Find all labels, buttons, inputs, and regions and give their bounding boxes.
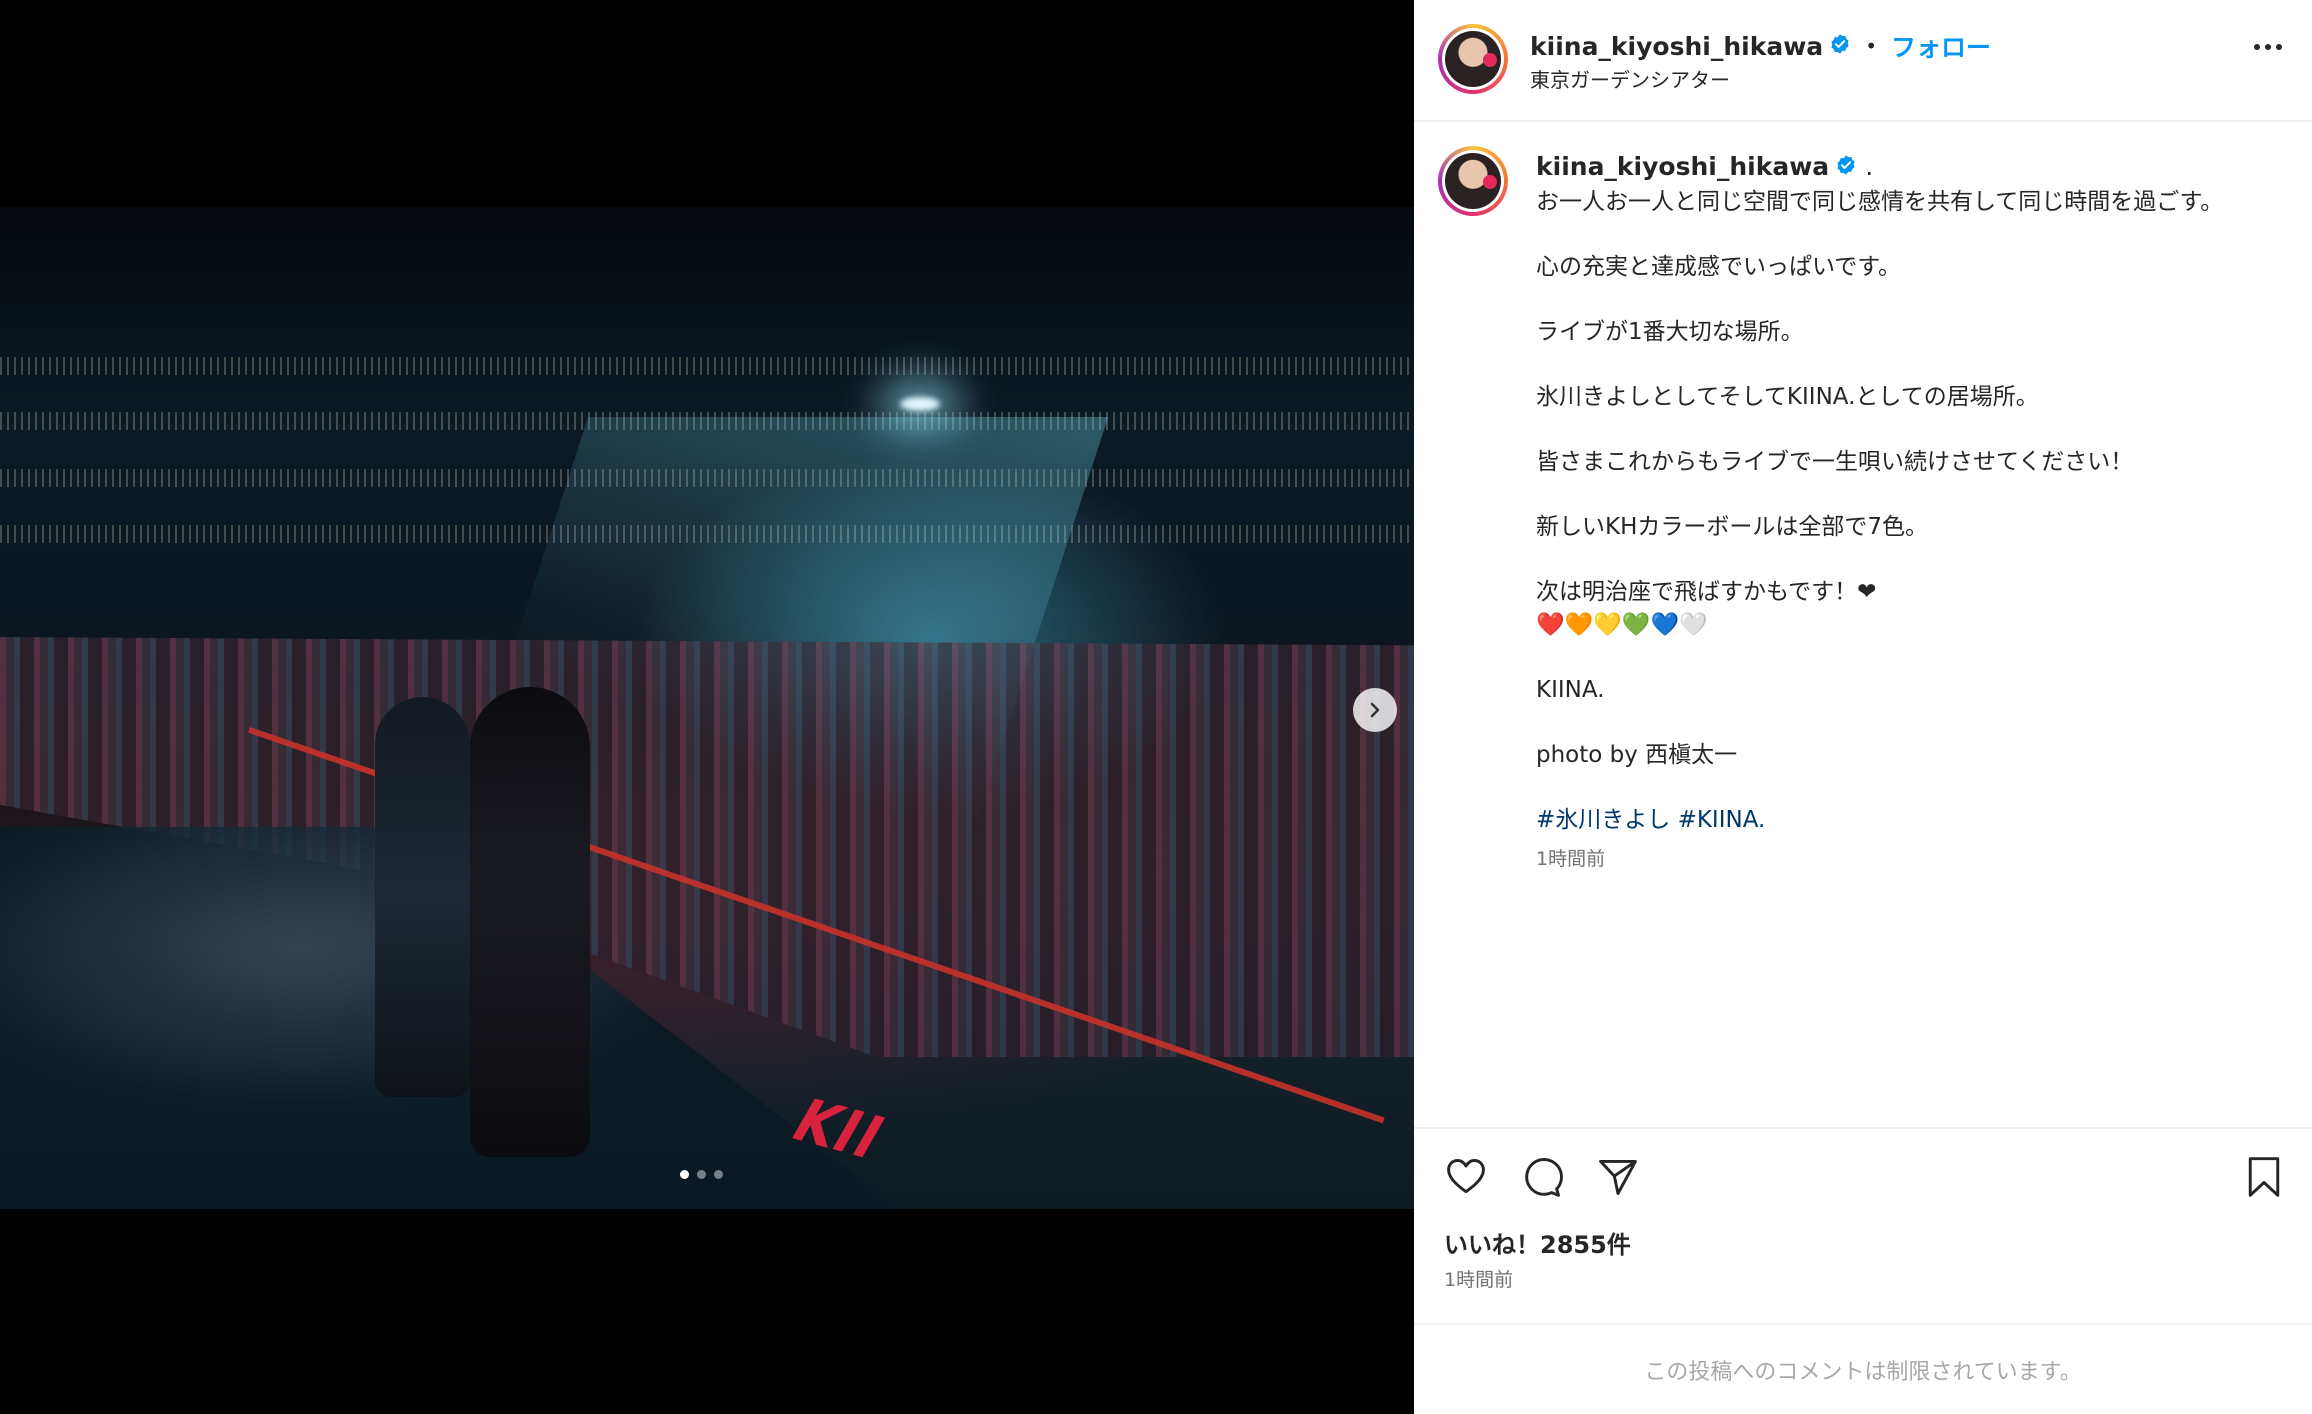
bookmark-icon[interactable] (2240, 1153, 2288, 1201)
comment-bubble-icon[interactable] (1518, 1153, 1566, 1201)
separator-dot: • (1865, 34, 1877, 58)
caption-username-link[interactable]: kiina_kiyoshi_hikawa (1536, 152, 1829, 181)
more-options-icon[interactable] (2254, 44, 2282, 50)
verified-badge-icon (1835, 154, 1857, 180)
caption-lead: . (1865, 152, 1874, 181)
share-paper-plane-icon[interactable] (1594, 1153, 1642, 1201)
caption-timestamp: 1時間前 (1536, 848, 1606, 870)
caption-emoji-line: ❤️🧡💛💚💙🤍 (1536, 611, 1708, 638)
comments-restricted-notice: この投稿へのコメントは制限されています。 (1414, 1323, 2312, 1414)
likes-count[interactable]: いいね！2855件 (1444, 1225, 1631, 1260)
post-side-panel: kiina_kiyoshi_hikawa • フォロー 東京ガーデンシアター k… (1414, 0, 2312, 1414)
caption-line: 皆さまこれからもライブで一生唄い続けさせてください！ (1536, 449, 2134, 475)
caption-line: ライブが1番大切な場所。 (1536, 319, 1804, 345)
caption-line: 心の充実と達成感でいっぱいです。 (1536, 254, 1902, 280)
post-media: KII (0, 0, 1414, 1414)
caption-line: 次は明治座で飛ばすかもです！❤ (1536, 579, 1877, 605)
like-heart-icon[interactable] (1442, 1153, 1490, 1201)
concert-photo[interactable]: KII (0, 207, 1414, 1209)
balcony-lights (0, 357, 1414, 375)
caption-line: photo by 西槇太一 (1536, 741, 1738, 768)
action-bar: いいね！2855件 1時間前 (1414, 1127, 2312, 1323)
carousel-dot (680, 1170, 689, 1179)
caption-line: KIINA. (1536, 676, 1605, 703)
performer-figure (470, 687, 590, 1157)
carousel-dot (697, 1170, 706, 1179)
header-user: kiina_kiyoshi_hikawa • フォロー (1530, 28, 1991, 64)
caption-line: お一人お一人と同じ空間で同じ感情を共有して同じ時間を過ごす。 (1536, 189, 2224, 215)
follow-button[interactable]: フォロー (1891, 28, 1991, 64)
username-link[interactable]: kiina_kiyoshi_hikawa (1530, 32, 1823, 61)
post-timestamp: 1時間前 (1444, 1269, 1514, 1291)
post-header: kiina_kiyoshi_hikawa • フォロー 東京ガーデンシアター (1414, 0, 2312, 122)
avatar-image (1445, 153, 1501, 209)
carousel-dot (714, 1170, 723, 1179)
caption-text: お一人お一人と同じ空間で同じ感情を共有して同じ時間を過ごす。 心の充実と達成感で… (1536, 186, 2276, 869)
hashtag-links[interactable]: #氷川きよし #KIINA. (1536, 804, 2276, 837)
avatar[interactable] (1438, 24, 1508, 94)
chevron-right-icon (1370, 702, 1380, 718)
next-slide-button[interactable] (1353, 688, 1397, 732)
caption-line: 氷川きよしとしてそしてKIINA.としての居場所。 (1536, 384, 2039, 410)
carousel-indicator (680, 1170, 723, 1179)
spotlight (900, 397, 940, 411)
caption-section: kiina_kiyoshi_hikawa . お一人お一人と同じ空間で同じ感情を… (1414, 122, 2312, 1127)
avatar-image (1445, 31, 1501, 87)
location-link[interactable]: 東京ガーデンシアター (1530, 64, 1730, 93)
caption-header: kiina_kiyoshi_hikawa . (1536, 152, 1873, 181)
staff-figure (375, 697, 470, 1097)
caption-line: 新しいKHカラーボールは全部で7色。 (1536, 514, 1929, 540)
verified-badge-icon (1829, 33, 1851, 59)
caption-avatar[interactable] (1438, 146, 1508, 216)
